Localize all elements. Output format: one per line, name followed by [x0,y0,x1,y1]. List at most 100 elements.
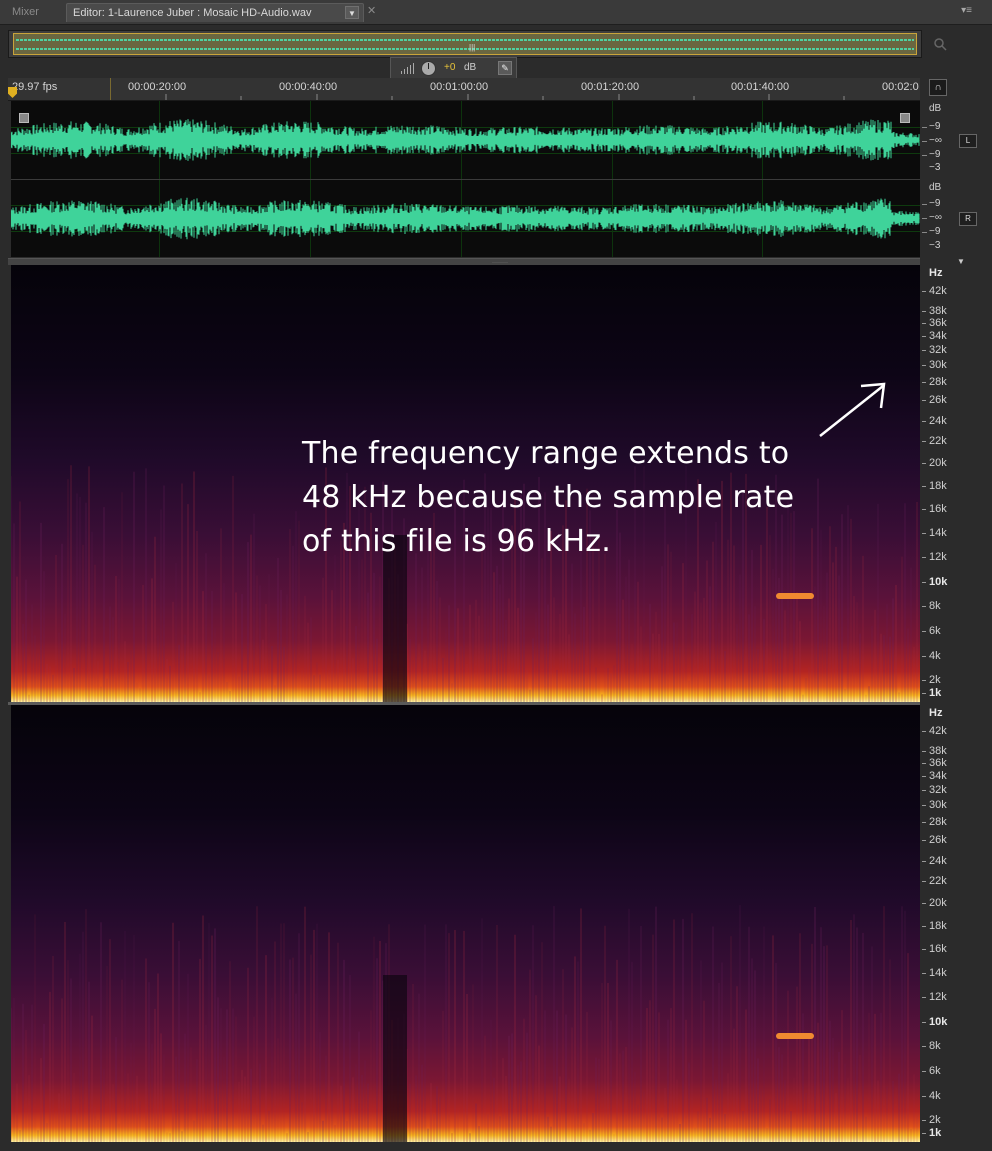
frequency-tick [922,840,926,841]
volume-hud: +0 dB ✎ [390,57,517,80]
frequency-tick [922,680,926,681]
frequency-label: 24k [929,415,947,427]
waveform-right-channel[interactable] [11,180,920,257]
overview-timeline[interactable]: ||| [8,30,922,58]
frequency-scale-right: Hz 42k 38k 36k 34k 32k 30k 28k 26k 24k 22k 20k 18k 16… [922,705,982,1142]
frequency-tick [922,1096,926,1097]
frequency-tick [922,881,926,882]
frequency-label: 12k [929,991,947,1003]
frequency-tick [922,441,926,442]
frequency-label: 16k [929,503,947,515]
frequency-label: 42k [929,725,947,737]
overview-visible-range[interactable]: ||| [13,33,917,55]
db-tick [922,127,927,128]
db-label: −∞ [929,212,942,223]
frequency-label: 28k [929,816,947,828]
frequency-tick [922,336,926,337]
frequency-label: 24k [929,855,947,867]
frequency-tick [922,763,926,764]
fade-in-handle[interactable] [19,113,29,123]
frequency-tick [922,509,926,510]
frequency-label: 18k [929,480,947,492]
annotation-line: of this file is 96 kHz. [302,524,611,559]
frequency-label: 36k [929,757,947,769]
level-meter-icon [401,63,414,74]
frequency-tick [922,533,926,534]
panel-divider[interactable]: ········ [8,258,920,266]
frequency-tick [922,631,926,632]
db-label: −3 [929,162,941,173]
db-tick [922,218,927,219]
db-tick [922,155,927,156]
frequency-label: 32k [929,344,947,356]
frequency-label: 36k [929,317,947,329]
frequency-label: 22k [929,435,947,447]
close-icon[interactable]: ✕ [367,4,376,17]
frequency-label: 10k [929,576,948,588]
headphones-icon[interactable]: ∩ [929,79,947,96]
frequency-tick [922,400,926,401]
frequency-tick [922,582,926,583]
annotation-arrow-icon [819,382,886,437]
frequency-tick [922,1133,926,1134]
frequency-label: 28k [929,376,947,388]
frequency-tick [922,1120,926,1121]
db-label: dB [929,103,942,114]
channel-left-toggle[interactable]: L [959,134,977,148]
waveform-right [11,197,920,240]
frequency-tick [922,861,926,862]
frequency-tick [922,350,926,351]
spectrogram-detail [11,905,918,1142]
spectrogram-right[interactable] [11,705,920,1142]
frequency-tick [922,949,926,950]
frequency-label: 42k [929,285,947,297]
overview-grip-icon[interactable]: ||| [469,43,475,52]
frequency-tick [922,311,926,312]
panel-menu-icon[interactable]: ▾≡ [961,5,972,16]
db-tick [922,232,927,233]
frequency-tick [922,421,926,422]
pin-icon[interactable]: ✎ [498,61,512,75]
tab-mixer[interactable]: Mixer [6,3,45,22]
frequency-tick [922,973,926,974]
frequency-tick [922,1071,926,1072]
frequency-tick [922,903,926,904]
frequency-label: Hz [929,707,943,719]
frequency-tick [922,1046,926,1047]
frequency-label: 1k [929,1127,942,1139]
frequency-tick [922,776,926,777]
frequency-tick [922,731,926,732]
time-ruler[interactable]: 29.97 fps 00:00:20:00 00:00:40:00 00:01:… [8,78,920,101]
frequency-label: 6k [929,625,941,637]
frequency-tick [922,1022,926,1023]
frequency-scale-left: Hz 42k 38k 36k 34k 32k 30k 28k 26k 24k 22k 20k 18k 16… [922,265,982,702]
fade-out-handle[interactable] [900,113,910,123]
frequency-label: 30k [929,359,947,371]
frequency-tick [922,751,926,752]
db-tick [922,204,927,205]
frequency-tick [922,557,926,558]
frequency-tick [922,997,926,998]
ruler-ticks [165,94,845,100]
overview-waveform [16,39,914,50]
frequency-label: 20k [929,457,947,469]
zoom-icon[interactable] [932,36,948,52]
file-dropdown-button[interactable]: ▼ [345,6,359,19]
volume-value[interactable]: +0 [444,62,455,73]
frequency-tick [922,790,926,791]
volume-unit: dB [464,62,477,73]
db-label: −3 [929,240,941,251]
annotation-text: The frequency range extends to 48 kHz be… [302,432,822,564]
waveform-trace [11,197,920,240]
tab-editor[interactable]: Editor: 1-Laurence Juber : Mosaic HD-Aud… [66,3,364,22]
waveform-left-channel[interactable] [11,101,920,180]
frequency-label: 26k [929,834,947,846]
frequency-tick [922,382,926,383]
frequency-label: 38k [929,305,947,317]
frequency-label: 6k [929,1065,941,1077]
frequency-tick [922,463,926,464]
channel-right-toggle[interactable]: R [959,212,977,226]
frequency-tick [922,606,926,607]
volume-knob[interactable] [421,61,436,76]
db-label: −9 [929,198,941,209]
